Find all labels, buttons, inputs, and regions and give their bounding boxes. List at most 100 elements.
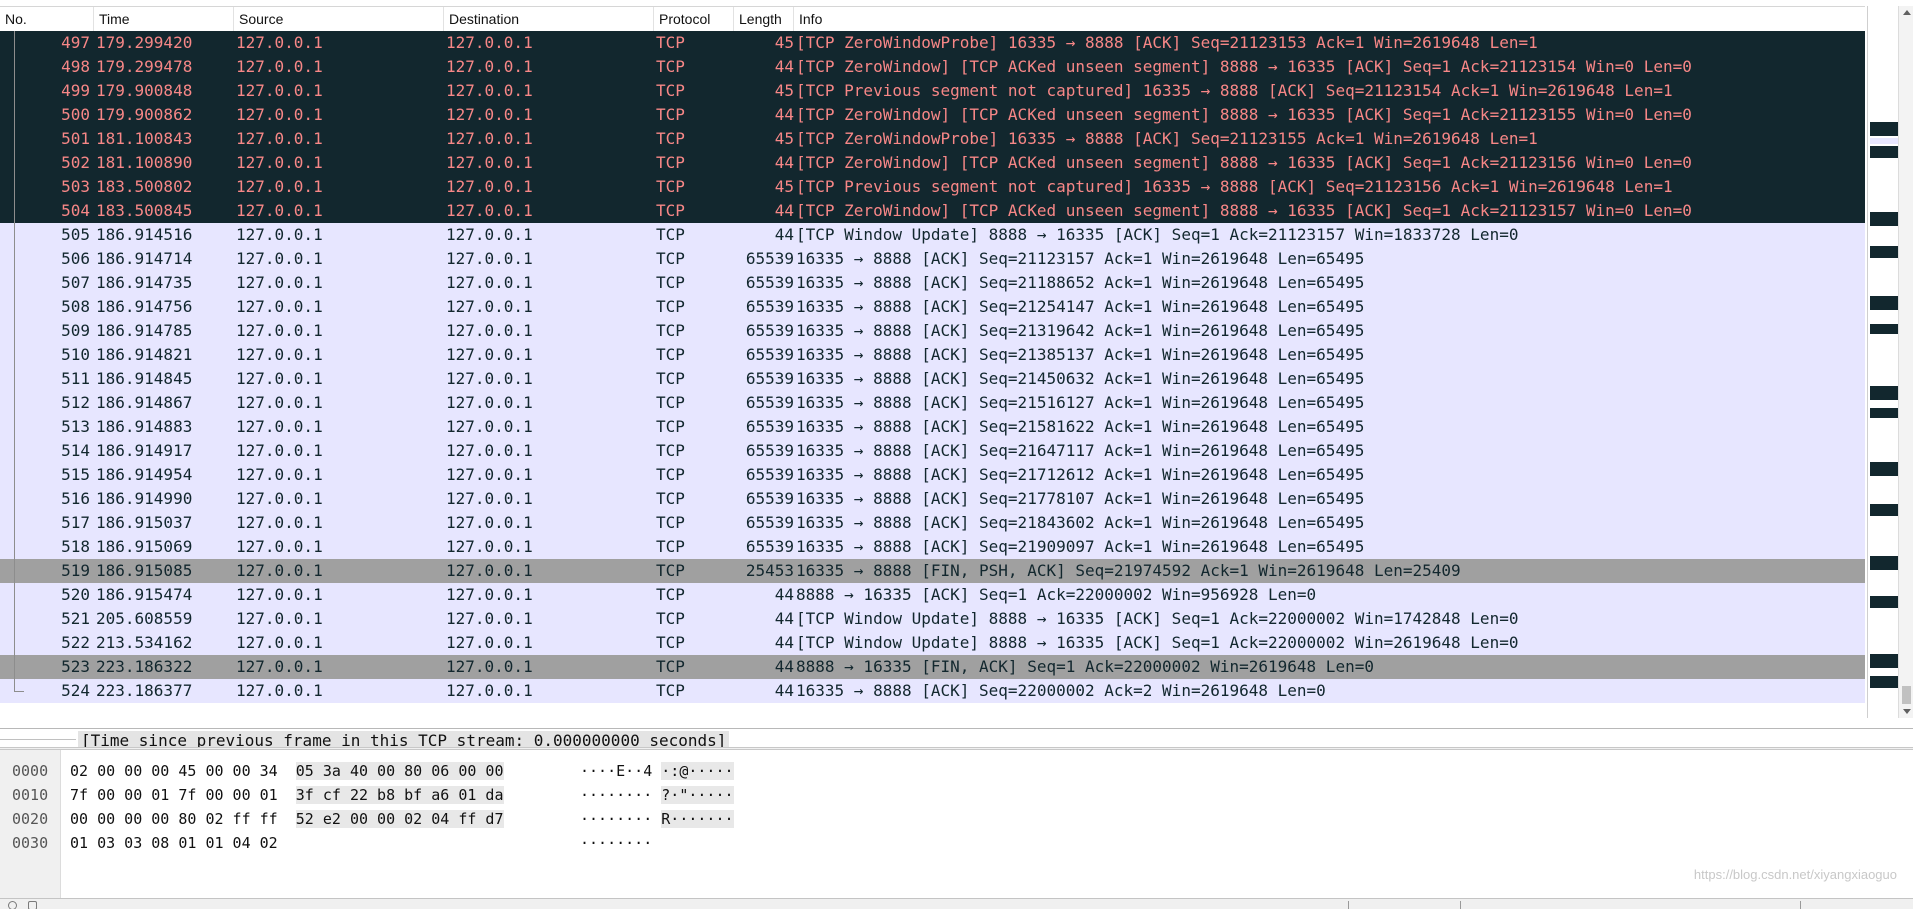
column-header-source[interactable]: Source	[234, 7, 444, 31]
packet-bytes-pane[interactable]: 0000 02 00 00 00 45 00 00 34 05 3a 40 00 …	[0, 749, 1913, 898]
packet-number: 511	[61, 369, 90, 388]
packet-number: 505	[61, 225, 90, 244]
packet-length: 44	[774, 105, 794, 124]
ascii-second-half[interactable]: R·······	[661, 810, 734, 828]
scroll-down-icon[interactable]	[1903, 709, 1911, 714]
packet-row[interactable]: 522 213.534162 127.0.0.1 127.0.0.1 TCP 44 [TCP…	[0, 631, 1865, 655]
packet-time: 186.914714	[96, 249, 193, 268]
packet-list-scrollbar[interactable]	[1898, 6, 1913, 718]
packet-minimap[interactable]	[1867, 6, 1898, 718]
packet-row[interactable]: 513 186.914883 127.0.0.1 127.0.0.1 TCP 65539 1…	[0, 415, 1865, 439]
packet-protocol: TCP	[656, 105, 685, 124]
ascii-first-half[interactable]: ········	[580, 786, 652, 804]
packet-source: 127.0.0.1	[236, 657, 323, 676]
hex-bytes-second-half[interactable]: 3f cf 22 b8 bf a6 01 da	[295, 786, 504, 804]
packet-row[interactable]: 497 179.299420 127.0.0.1 127.0.0.1 TCP 45 [TCP…	[0, 31, 1865, 55]
packet-row[interactable]: 501 181.100843 127.0.0.1 127.0.0.1 TCP 45 [TCP…	[0, 127, 1865, 151]
packet-row[interactable]: 505 186.914516 127.0.0.1 127.0.0.1 TCP 44 [TCP…	[0, 223, 1865, 247]
packet-info: [TCP Previous segment not captured] 1633…	[796, 81, 1673, 100]
byte-ascii-line[interactable]: ········ ?·"·····	[580, 784, 734, 806]
packet-row[interactable]: 498 179.299478 127.0.0.1 127.0.0.1 TCP 44 [TCP…	[0, 55, 1865, 79]
column-header-no[interactable]: No.	[0, 7, 94, 31]
packet-source: 127.0.0.1	[236, 633, 323, 652]
ascii-second-half[interactable]: ?·"·····	[661, 786, 734, 804]
packet-number: 513	[61, 417, 90, 436]
packet-row[interactable]: 514 186.914917 127.0.0.1 127.0.0.1 TCP 65539 1…	[0, 439, 1865, 463]
packet-row[interactable]: 510 186.914821 127.0.0.1 127.0.0.1 TCP 65539 1…	[0, 343, 1865, 367]
column-header-destination[interactable]: Destination	[444, 7, 654, 31]
packet-list-pane[interactable]: No. Time Source Destination Protocol Len…	[0, 0, 1913, 729]
ascii-second-half[interactable]: ·:@·····	[661, 762, 734, 780]
packet-row[interactable]: 524 223.186377 127.0.0.1 127.0.0.1 TCP 44 1633…	[0, 679, 1865, 703]
column-header-protocol[interactable]: Protocol	[654, 7, 734, 31]
column-header-time[interactable]: Time	[94, 7, 234, 31]
packet-protocol: TCP	[656, 369, 685, 388]
packet-row[interactable]: 521 205.608559 127.0.0.1 127.0.0.1 TCP 44 [TCP…	[0, 607, 1865, 631]
packet-row[interactable]: 506 186.914714 127.0.0.1 127.0.0.1 TCP 65539 1…	[0, 247, 1865, 271]
packet-protocol: TCP	[656, 81, 685, 100]
packet-number: 497	[61, 33, 90, 52]
packet-length: 45	[774, 81, 794, 100]
ascii-first-half[interactable]: ········	[580, 810, 652, 828]
packet-row[interactable]: 518 186.915069 127.0.0.1 127.0.0.1 TCP 65539 1…	[0, 535, 1865, 559]
column-header-length[interactable]: Length	[734, 7, 794, 31]
scrollbar-thumb[interactable]	[1902, 686, 1911, 704]
packet-row[interactable]: 499 179.900848 127.0.0.1 127.0.0.1 TCP 45 [TCP…	[0, 79, 1865, 103]
packet-row[interactable]: 508 186.914756 127.0.0.1 127.0.0.1 TCP 65539 1…	[0, 295, 1865, 319]
byte-hex-line[interactable]: 00 00 00 00 80 02 ff ff 52 e2 00 00 02 0…	[70, 808, 504, 830]
packet-destination: 127.0.0.1	[446, 225, 533, 244]
byte-ascii-line[interactable]: ····E··4 ·:@·····	[580, 760, 734, 782]
packet-time: 205.608559	[96, 609, 193, 628]
hex-bytes-first-half[interactable]: 00 00 00 00 80 02 ff ff	[70, 810, 278, 828]
packet-row[interactable]: 500 179.900862 127.0.0.1 127.0.0.1 TCP 44 [TCP…	[0, 103, 1865, 127]
packet-info: 16335 → 8888 [ACK] Seq=21909097 Ack=1 Wi…	[796, 537, 1365, 556]
packet-source: 127.0.0.1	[236, 537, 323, 556]
packet-info: 16335 → 8888 [FIN, PSH, ACK] Seq=2197459…	[796, 561, 1461, 580]
hex-bytes-first-half[interactable]: 7f 00 00 01 7f 00 00 01	[70, 786, 278, 804]
hex-bytes-second-half[interactable]: 52 e2 00 00 02 04 ff d7	[295, 810, 504, 828]
byte-hex-line[interactable]: 7f 00 00 01 7f 00 00 01 3f cf 22 b8 bf a…	[70, 784, 504, 806]
packet-source: 127.0.0.1	[236, 609, 323, 628]
byte-hex-line[interactable]: 01 03 03 08 01 01 04 02	[70, 832, 296, 854]
packet-row[interactable]: 516 186.914990 127.0.0.1 127.0.0.1 TCP 65539 1…	[0, 487, 1865, 511]
packet-row[interactable]: 517 186.915037 127.0.0.1 127.0.0.1 TCP 65539 1…	[0, 511, 1865, 535]
packet-row[interactable]: 523 223.186322 127.0.0.1 127.0.0.1 TCP 44 8888…	[0, 655, 1865, 679]
detail-field-time-since-previous[interactable]: [Time since previous frame in this TCP s…	[78, 731, 730, 747]
packet-row[interactable]: 512 186.914867 127.0.0.1 127.0.0.1 TCP 65539 1…	[0, 391, 1865, 415]
byte-hex-line[interactable]: 02 00 00 00 45 00 00 34 05 3a 40 00 80 0…	[70, 760, 504, 782]
ascii-first-half[interactable]: ········	[580, 834, 652, 852]
packet-number: 504	[61, 201, 90, 220]
byte-ascii-line[interactable]: ········ R·······	[580, 808, 734, 830]
packet-row[interactable]: 519 186.915085 127.0.0.1 127.0.0.1 TCP 25453 1…	[0, 559, 1865, 583]
packet-row[interactable]: 515 186.914954 127.0.0.1 127.0.0.1 TCP 65539 1…	[0, 463, 1865, 487]
packet-row[interactable]: 507 186.914735 127.0.0.1 127.0.0.1 TCP 65539 1…	[0, 271, 1865, 295]
expert-info-icon[interactable]	[8, 901, 17, 909]
hex-bytes-first-half[interactable]: 02 00 00 00 45 00 00 34	[70, 762, 278, 780]
packet-destination: 127.0.0.1	[446, 417, 533, 436]
packet-number: 500	[61, 105, 90, 124]
packet-row[interactable]: 502 181.100890 127.0.0.1 127.0.0.1 TCP 44 [TCP…	[0, 151, 1865, 175]
scroll-up-icon[interactable]	[1903, 10, 1911, 15]
packet-protocol: TCP	[656, 513, 685, 532]
packet-source: 127.0.0.1	[236, 297, 323, 316]
packet-destination: 127.0.0.1	[446, 249, 533, 268]
capture-file-icon[interactable]	[28, 901, 37, 909]
minimap-mark	[1870, 654, 1898, 668]
column-header-info[interactable]: Info	[794, 7, 1865, 31]
packet-time: 183.500845	[96, 201, 193, 220]
minimap-mark	[1870, 138, 1898, 144]
packet-protocol: TCP	[656, 489, 685, 508]
hex-bytes-second-half[interactable]: 05 3a 40 00 80 06 00 00	[295, 762, 504, 780]
packet-length: 45	[774, 177, 794, 196]
packet-row[interactable]: 520 186.915474 127.0.0.1 127.0.0.1 TCP 44 8888…	[0, 583, 1865, 607]
packet-row[interactable]: 509 186.914785 127.0.0.1 127.0.0.1 TCP 65539 1…	[0, 319, 1865, 343]
packet-length: 65539	[745, 297, 794, 316]
ascii-first-half[interactable]: ····E··4	[580, 762, 652, 780]
packet-row[interactable]: 504 183.500845 127.0.0.1 127.0.0.1 TCP 44 [TCP…	[0, 199, 1865, 223]
hex-bytes-first-half[interactable]: 01 03 03 08 01 01 04 02	[70, 834, 278, 852]
packet-row[interactable]: 511 186.914845 127.0.0.1 127.0.0.1 TCP 65539 1…	[0, 367, 1865, 391]
byte-ascii-line[interactable]: ········	[580, 832, 661, 854]
packet-row[interactable]: 503 183.500802 127.0.0.1 127.0.0.1 TCP 45 [TCP…	[0, 175, 1865, 199]
packet-details-pane[interactable]: [Time since previous frame in this TCP s…	[0, 729, 1913, 748]
packet-destination: 127.0.0.1	[446, 57, 533, 76]
